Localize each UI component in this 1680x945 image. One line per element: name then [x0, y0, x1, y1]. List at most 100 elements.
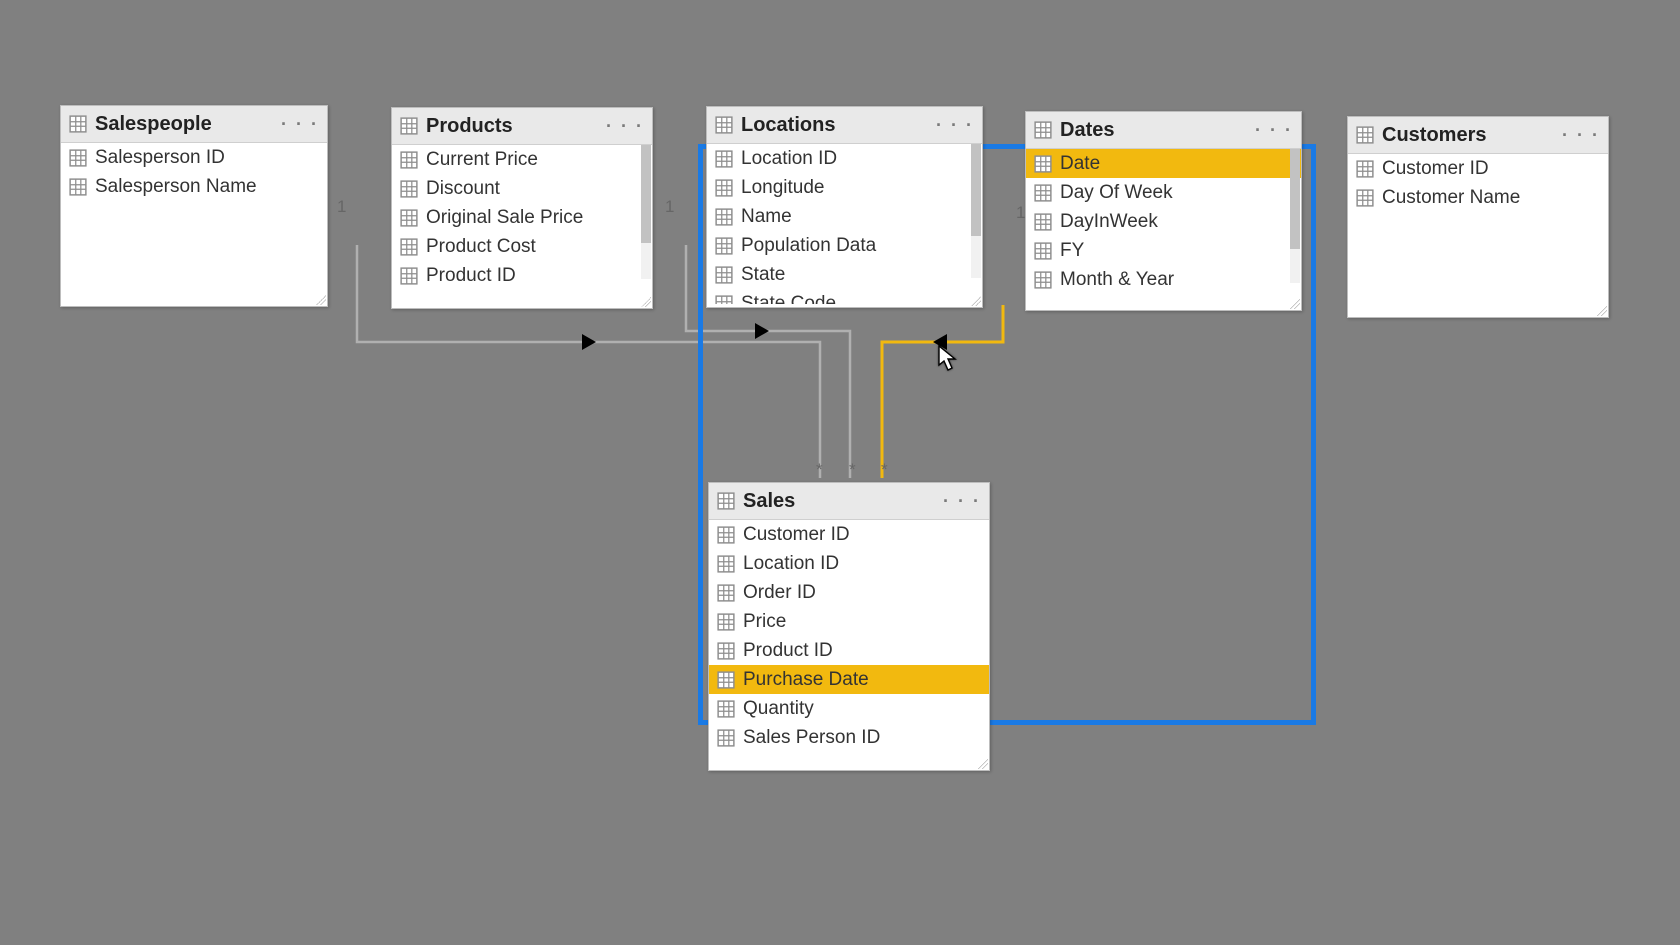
resize-grip-icon[interactable]	[641, 297, 651, 307]
table-title: Products	[426, 115, 598, 138]
more-options-icon[interactable]: · · ·	[943, 496, 981, 506]
field-row[interactable]: Current Price	[392, 145, 652, 174]
field-row[interactable]: Price	[709, 607, 989, 636]
field-row[interactable]: Product ID	[392, 261, 652, 290]
table-body: Customer ID Location ID Order ID Price Produ…	[709, 520, 989, 767]
filter-arrow-icon[interactable]	[582, 334, 596, 350]
more-options-icon[interactable]: · · ·	[1255, 125, 1293, 135]
table-title: Locations	[741, 114, 928, 137]
field-row[interactable]: State	[707, 260, 982, 289]
field-row[interactable]: Population Data	[707, 231, 982, 260]
table-title: Salespeople	[95, 113, 273, 136]
cardinality-label: 1	[337, 197, 346, 217]
field-row[interactable]: Customer Name	[1348, 183, 1608, 212]
table-body: Date Day Of Week DayInWeek FYMonth & Year	[1026, 149, 1301, 307]
table-header[interactable]: Dates · · ·	[1026, 112, 1301, 149]
column-icon	[717, 642, 735, 660]
resize-grip-icon[interactable]	[978, 759, 988, 769]
column-icon	[1034, 155, 1052, 173]
field-row[interactable]: Customer ID	[1348, 154, 1608, 183]
field-row[interactable]: Month & Year	[1026, 265, 1301, 294]
table-icon	[400, 117, 418, 135]
field-label: Product Cost	[426, 236, 536, 258]
field-label: Current Price	[426, 149, 538, 171]
field-label: Location ID	[741, 148, 837, 170]
field-row[interactable]: Order ID	[709, 578, 989, 607]
field-label: Sales Person ID	[743, 727, 880, 749]
field-label: Population Data	[741, 235, 876, 257]
resize-grip-icon[interactable]	[971, 296, 981, 306]
more-options-icon[interactable]: · · ·	[936, 120, 974, 130]
filter-arrow-icon[interactable]	[933, 334, 947, 350]
field-row[interactable]: Customer ID	[709, 520, 989, 549]
field-label: Location ID	[743, 553, 839, 575]
column-icon	[1034, 184, 1052, 202]
filter-arrow-icon[interactable]	[755, 323, 769, 339]
field-row[interactable]: Quantity	[709, 694, 989, 723]
table-icon	[717, 492, 735, 510]
field-row[interactable]: Product ID	[709, 636, 989, 665]
column-icon	[717, 526, 735, 544]
cardinality-label: 1	[665, 197, 674, 217]
table-header[interactable]: Locations · · ·	[707, 107, 982, 144]
field-label: Salesperson Name	[95, 176, 257, 198]
table-sales[interactable]: Sales· · ·Customer ID Location ID Order ID…	[708, 482, 990, 771]
table-dates[interactable]: Dates · · · Date Day Of Week DayInWeek FYMont…	[1025, 111, 1302, 311]
field-row[interactable]: Salesperson ID	[61, 143, 327, 172]
field-row[interactable]: Original Sale Price	[392, 203, 652, 232]
field-label: DayInWeek	[1060, 211, 1158, 233]
table-locations[interactable]: Locations · · · Location ID Longitude Name Po…	[706, 106, 983, 308]
field-row[interactable]: Product Cost	[392, 232, 652, 261]
table-products[interactable]: Products · · · Current Price DiscountOrigin…	[391, 107, 653, 309]
table-header[interactable]: Customers · · ·	[1348, 117, 1608, 154]
table-header[interactable]: Products · · ·	[392, 108, 652, 145]
field-row[interactable]: Location ID	[707, 144, 982, 173]
field-row[interactable]: Day Of Week	[1026, 178, 1301, 207]
field-row[interactable]: Longitude	[707, 173, 982, 202]
scrollbar-thumb[interactable]	[641, 145, 651, 243]
field-label: Day Of Week	[1060, 182, 1173, 204]
field-row[interactable]: Name	[707, 202, 982, 231]
relationship-dates-to-sales[interactable]	[882, 305, 1003, 478]
more-options-icon[interactable]: · · ·	[606, 121, 644, 131]
scrollbar-thumb[interactable]	[971, 144, 981, 236]
resize-grip-icon[interactable]	[316, 295, 326, 305]
column-icon	[1034, 242, 1052, 260]
table-icon	[69, 115, 87, 133]
scrollbar-thumb[interactable]	[1290, 149, 1300, 249]
field-row[interactable]: Date	[1026, 149, 1301, 178]
column-icon	[715, 237, 733, 255]
table-icon	[1034, 121, 1052, 139]
table-header[interactable]: Sales· · ·	[709, 483, 989, 520]
more-options-icon[interactable]: · · ·	[1562, 130, 1600, 140]
field-row[interactable]: FY	[1026, 236, 1301, 265]
column-icon	[1034, 271, 1052, 289]
more-options-icon[interactable]: · · ·	[281, 119, 319, 129]
table-customers[interactable]: Customers · · · Customer IDCustomer Name	[1347, 116, 1609, 318]
table-title: Dates	[1060, 119, 1247, 142]
field-row[interactable]: Purchase Date	[709, 665, 989, 694]
resize-grip-icon[interactable]	[1597, 306, 1607, 316]
resize-grip-icon[interactable]	[1290, 299, 1300, 309]
field-row[interactable]: DayInWeek	[1026, 207, 1301, 236]
field-label: Date	[1060, 153, 1100, 175]
table-title: Customers	[1382, 124, 1554, 147]
column-icon	[717, 584, 735, 602]
column-icon	[717, 613, 735, 631]
field-label: Price	[743, 611, 786, 633]
field-label: State	[741, 264, 785, 286]
field-row[interactable]: Salesperson Name	[61, 172, 327, 201]
field-label: Quantity	[743, 698, 814, 720]
field-label: Longitude	[741, 177, 824, 199]
field-row[interactable]: Sales Person ID	[709, 723, 989, 752]
table-salespeople[interactable]: Salespeople · · · Salesperson ID Salesperso…	[60, 105, 328, 307]
mouse-cursor-icon	[938, 345, 958, 373]
table-header[interactable]: Salespeople · · ·	[61, 106, 327, 143]
field-row[interactable]: State Code	[707, 289, 982, 304]
column-icon	[69, 178, 87, 196]
field-row[interactable]: Discount	[392, 174, 652, 203]
field-label: State Code	[741, 293, 836, 305]
field-row[interactable]: Location ID	[709, 549, 989, 578]
table-body: Customer IDCustomer Name	[1348, 154, 1608, 314]
column-icon	[400, 238, 418, 256]
